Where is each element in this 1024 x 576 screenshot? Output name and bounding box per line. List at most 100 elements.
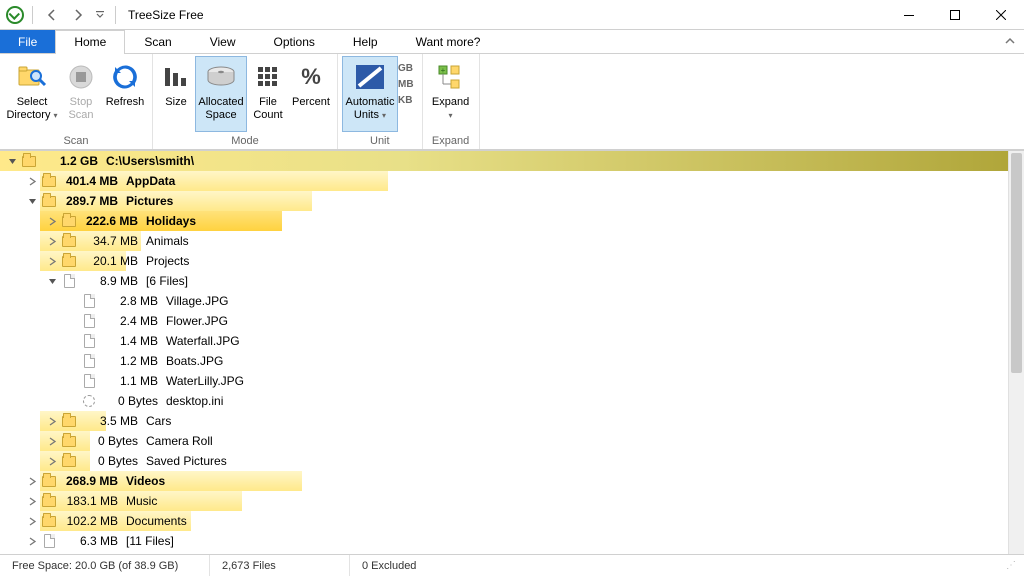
tree-row[interactable]: 2.8 MBVillage.JPG [0, 291, 1008, 311]
expand-toggle[interactable] [44, 233, 60, 249]
tree-row[interactable]: 1.1 MBWaterLilly.JPG [0, 371, 1008, 391]
tab-scan[interactable]: Scan [125, 30, 190, 53]
tree-row[interactable]: 289.7 MBPictures [0, 191, 1008, 211]
ribbon-group-expand-label: Expand [427, 133, 475, 149]
row-size: 289.7 MB [58, 194, 124, 208]
file-icon [80, 373, 98, 389]
expand-toggle[interactable] [44, 213, 60, 229]
tree-row[interactable]: 1.4 MBWaterfall.JPG [0, 331, 1008, 351]
stop-scan-label: Stop Scan [68, 96, 93, 121]
row-name: Animals [144, 234, 189, 248]
expand-toggle[interactable] [44, 253, 60, 269]
row-size: 1.1 MB [98, 374, 164, 388]
expand-toggle [64, 353, 80, 369]
expand-toggle[interactable] [24, 493, 40, 509]
window-close-button[interactable] [978, 0, 1024, 30]
status-file-count: 2,673 Files [210, 555, 350, 576]
folder-search-icon [16, 61, 48, 93]
unit-size-buttons: GB MB KB [398, 56, 418, 108]
tree-row[interactable]: 2.4 MBFlower.JPG [0, 311, 1008, 331]
file-icon [40, 533, 58, 549]
expand-toggle[interactable] [24, 473, 40, 489]
expand-toggle[interactable] [44, 273, 60, 289]
unit-automatic-button[interactable]: Automatic Units ▾ [342, 56, 398, 132]
expand-toggle[interactable] [44, 433, 60, 449]
file-icon [80, 353, 98, 369]
expand-toggle[interactable] [4, 153, 20, 169]
tree-row[interactable]: 34.7 MBAnimals [0, 231, 1008, 251]
tab-view[interactable]: View [191, 30, 255, 53]
row-name: Videos [124, 474, 165, 488]
chevron-down-icon: ▾ [382, 111, 386, 120]
refresh-button[interactable]: Refresh [102, 56, 148, 132]
nav-forward-button[interactable] [67, 4, 89, 26]
row-name: Music [124, 494, 157, 508]
row-name: Village.JPG [164, 294, 228, 308]
expand-toggle[interactable] [24, 533, 40, 549]
ribbon-group-mode-label: Mode [157, 133, 333, 149]
refresh-icon [109, 61, 141, 93]
tree-row[interactable]: 401.4 MBAppData [0, 171, 1008, 191]
expand-toggle[interactable] [44, 413, 60, 429]
tree-row[interactable]: 0 BytesCamera Roll [0, 431, 1008, 451]
expand-toggle[interactable] [24, 513, 40, 529]
mode-allocated-button[interactable]: Allocated Space [195, 56, 247, 132]
stop-scan-button[interactable]: Stop Scan [60, 56, 102, 132]
tree-rows[interactable]: 1.2 GBC:\Users\smith\401.4 MBAppData289.… [0, 151, 1008, 554]
nav-back-button[interactable] [41, 4, 63, 26]
row-name: Waterfall.JPG [164, 334, 240, 348]
tree-row[interactable]: 0 BytesSaved Pictures [0, 451, 1008, 471]
tree-row[interactable]: 20.1 MBProjects [0, 251, 1008, 271]
folder-icon [60, 213, 78, 229]
tab-home[interactable]: Home [55, 30, 125, 53]
expand-toggle[interactable] [24, 173, 40, 189]
ribbon-collapse-button[interactable] [996, 30, 1024, 53]
tab-file[interactable]: File [0, 30, 55, 53]
unit-mb-button[interactable]: MB [398, 76, 414, 92]
tab-want-more[interactable]: Want more? [397, 30, 500, 53]
scrollbar-thumb[interactable] [1011, 153, 1022, 373]
tab-help[interactable]: Help [334, 30, 397, 53]
tree-row[interactable]: 268.9 MBVideos [0, 471, 1008, 491]
tree-row[interactable]: 1.2 MBBoats.JPG [0, 351, 1008, 371]
title-bar: TreeSize Free [0, 0, 1024, 30]
expand-toggle [64, 293, 80, 309]
expand-tree-icon: + [435, 61, 467, 93]
folder-icon [40, 473, 58, 489]
unit-gb-button[interactable]: GB [398, 60, 414, 76]
chevron-down-icon: ▾ [54, 111, 58, 120]
tree-row[interactable]: 8.9 MB[6 Files] [0, 271, 1008, 291]
file-icon [80, 313, 98, 329]
tree-row[interactable]: 102.2 MBDocuments [0, 511, 1008, 531]
quick-access-dropdown[interactable] [93, 4, 107, 26]
expand-toggle[interactable] [24, 193, 40, 209]
select-directory-button[interactable]: Select Directory ▾ [4, 56, 60, 132]
resize-grip-icon[interactable]: ⋰ [1006, 560, 1024, 571]
folder-icon [60, 253, 78, 269]
expand-button[interactable]: + Expand▾ [427, 56, 475, 132]
row-name: WaterLilly.JPG [164, 374, 244, 388]
tree-row[interactable]: 183.1 MBMusic [0, 491, 1008, 511]
mode-percent-label: Percent [292, 96, 330, 109]
mode-percent-button[interactable]: % Percent [289, 56, 333, 132]
expand-toggle [64, 393, 80, 409]
mode-file-count-button[interactable]: File Count [247, 56, 289, 132]
app-icon [6, 6, 24, 24]
tree-row[interactable]: 0 Bytesdesktop.ini [0, 391, 1008, 411]
folder-icon [60, 433, 78, 449]
tree-row[interactable]: 6.3 MB[11 Files] [0, 531, 1008, 551]
row-size: 183.1 MB [58, 494, 124, 508]
window-maximize-button[interactable] [932, 0, 978, 30]
window-minimize-button[interactable] [886, 0, 932, 30]
ribbon-group-scan-label: Scan [4, 133, 148, 149]
unit-kb-button[interactable]: KB [398, 92, 414, 108]
ribbon-tabs: File Home Scan View Options Help Want mo… [0, 30, 1024, 54]
expand-toggle[interactable] [44, 453, 60, 469]
vertical-scrollbar[interactable] [1008, 151, 1024, 554]
tree-row[interactable]: 1.2 GBC:\Users\smith\ [0, 151, 1008, 171]
tab-options[interactable]: Options [255, 30, 334, 53]
tree-row[interactable]: 222.6 MBHolidays [0, 211, 1008, 231]
file-icon [80, 333, 98, 349]
mode-size-button[interactable]: Size [157, 56, 195, 132]
tree-row[interactable]: 3.5 MBCars [0, 411, 1008, 431]
